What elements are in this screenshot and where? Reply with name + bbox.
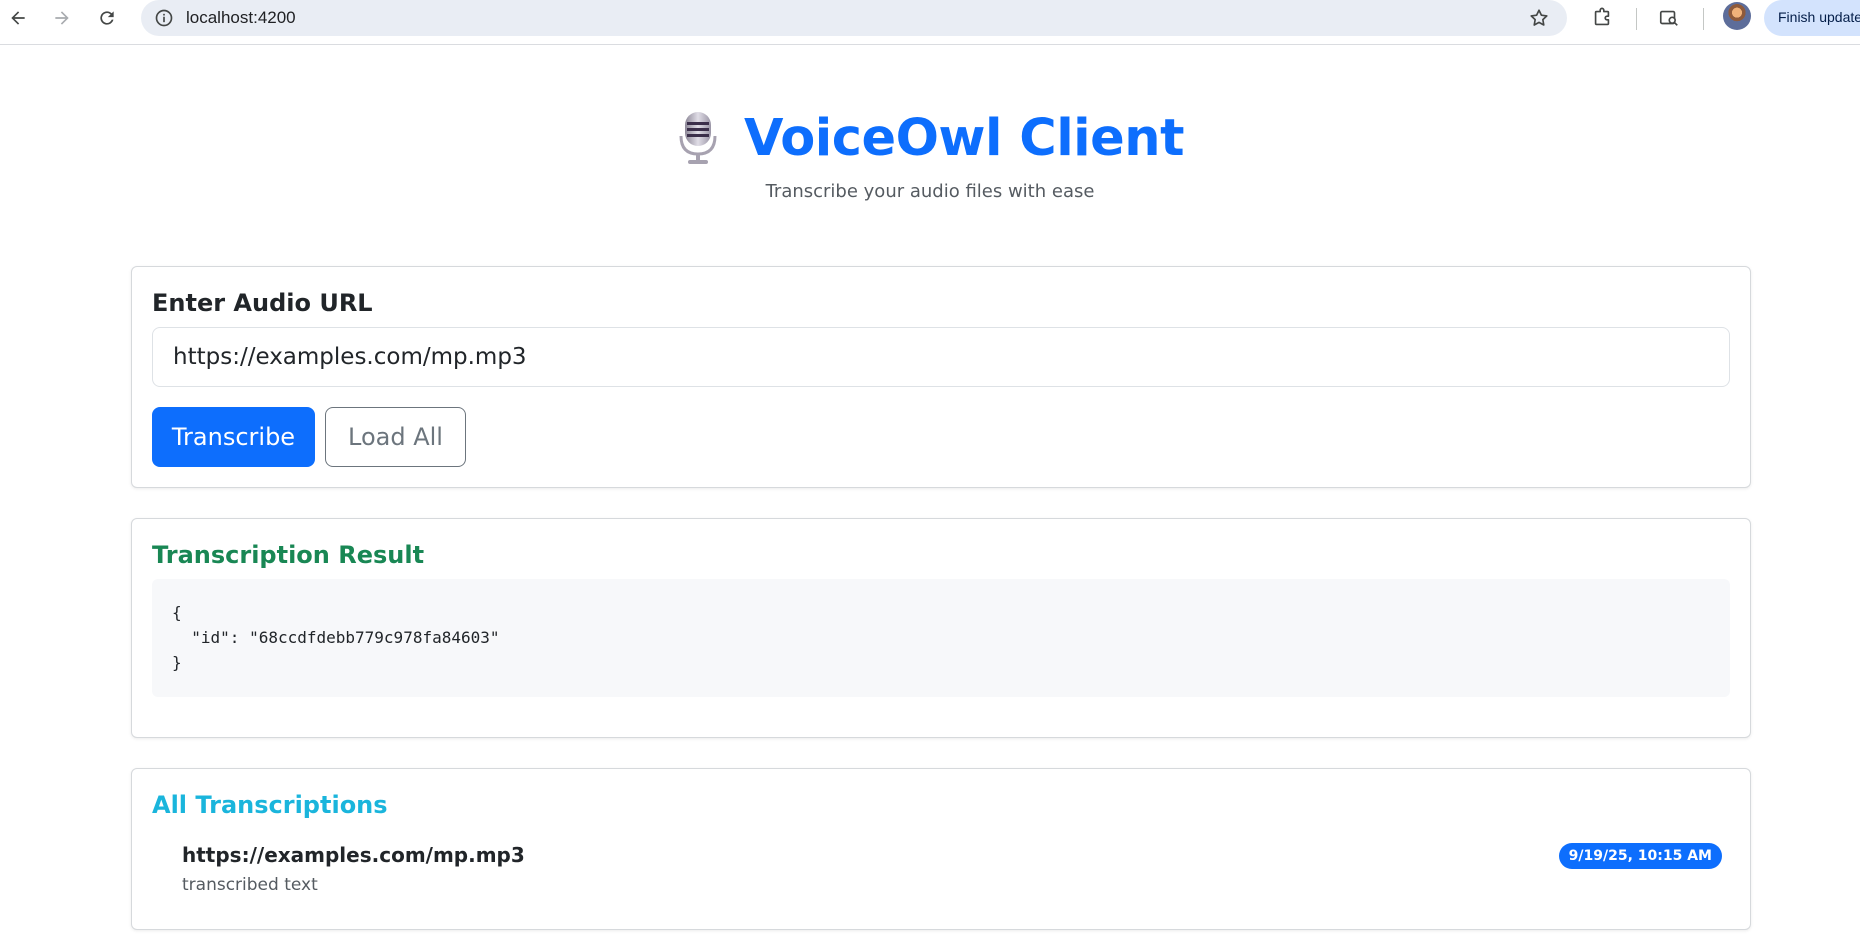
list-item[interactable]: https://examples.com/mp.mp3 transcribed … — [182, 843, 1722, 913]
page-subtitle: Transcribe your audio files with ease — [765, 181, 1095, 202]
back-button[interactable] — [3, 3, 33, 33]
extensions-icon[interactable] — [1587, 3, 1617, 33]
site-info-icon[interactable] — [153, 7, 175, 29]
finish-update-button[interactable]: Finish update — [1764, 0, 1860, 36]
address-url[interactable]: localhost:4200 — [186, 8, 296, 28]
result-json: { "id": "68ccdfdebb779c978fa84603" } — [152, 579, 1730, 697]
app-header: VoiceOwl Client Transcribe your audio fi… — [0, 105, 1860, 202]
toolbar-divider — [1703, 8, 1704, 30]
result-title: Transcription Result — [152, 541, 425, 569]
transcription-text: transcribed text — [182, 875, 318, 895]
timestamp-badge: 9/19/25, 10:15 AM — [1558, 843, 1722, 869]
all-transcriptions-card: All Transcriptions https://examples.com/… — [131, 768, 1751, 930]
transcribe-button[interactable]: Transcribe — [152, 407, 315, 467]
bookmark-star-icon[interactable] — [1527, 6, 1551, 30]
back-arrow-icon — [11, 11, 25, 25]
transcription-result-card: Transcription Result { "id": "68ccdfdebb… — [131, 518, 1751, 738]
address-bar[interactable]: localhost:4200 — [141, 0, 1567, 36]
microphone-icon — [676, 110, 720, 166]
browser-toolbar: localhost:4200 Finish update — [0, 0, 1860, 45]
reload-icon — [100, 11, 114, 25]
load-all-button[interactable]: Load All — [325, 407, 466, 467]
all-transcriptions-title: All Transcriptions — [152, 791, 388, 819]
reload-button[interactable] — [92, 3, 122, 33]
profile-avatar[interactable] — [1723, 2, 1751, 30]
tab-search-icon[interactable] — [1654, 3, 1684, 33]
transcription-url: https://examples.com/mp.mp3 — [182, 843, 525, 867]
audio-url-card: Enter Audio URL Transcribe Load All — [131, 266, 1751, 488]
toolbar-divider — [1636, 8, 1637, 30]
forward-arrow-icon — [55, 11, 69, 25]
page-title: VoiceOwl Client — [744, 108, 1184, 168]
audio-url-input[interactable] — [152, 327, 1730, 387]
forward-button[interactable] — [47, 3, 77, 33]
audio-url-label: Enter Audio URL — [152, 289, 373, 317]
